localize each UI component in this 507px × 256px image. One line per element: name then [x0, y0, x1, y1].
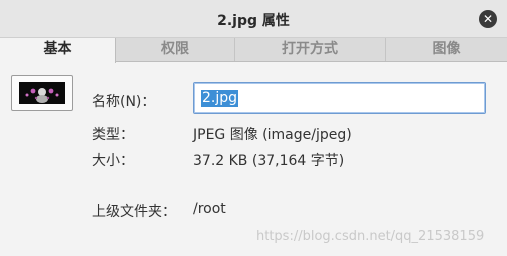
name-field-selected-text[interactable]: 2.jpg — [201, 90, 239, 107]
parent-folder-label: 上级文件夹： — [92, 204, 176, 220]
name-field[interactable]: 2.jpg — [193, 82, 486, 114]
type-label: 类型： — [92, 127, 134, 143]
file-thumbnail[interactable] — [11, 75, 73, 111]
watermark-text: https://blog.csdn.net/qq_21538159 — [256, 229, 485, 244]
window-title: 2.jpg 属性 — [217, 13, 290, 29]
tab-image[interactable]: 图像 — [386, 38, 507, 61]
size-label: 大小： — [92, 153, 134, 169]
tab-bar: 基本 权限 打开方式 图像 — [0, 38, 507, 63]
thumbnail-image — [19, 82, 65, 104]
tab-open-with[interactable]: 打开方式 — [235, 38, 386, 61]
close-button[interactable]: ✕ — [479, 10, 497, 28]
parent-folder-value: /root — [193, 201, 226, 217]
tab-basic[interactable]: 基本 — [0, 38, 116, 63]
tab-permissions[interactable]: 权限 — [116, 38, 235, 61]
title-bar: 2.jpg 属性 ✕ — [0, 0, 507, 38]
type-value: JPEG 图像 (image/jpeg) — [193, 127, 352, 143]
size-value: 37.2 KB (37,164 字节) — [193, 153, 345, 169]
name-label: 名称(N)： — [92, 94, 156, 110]
